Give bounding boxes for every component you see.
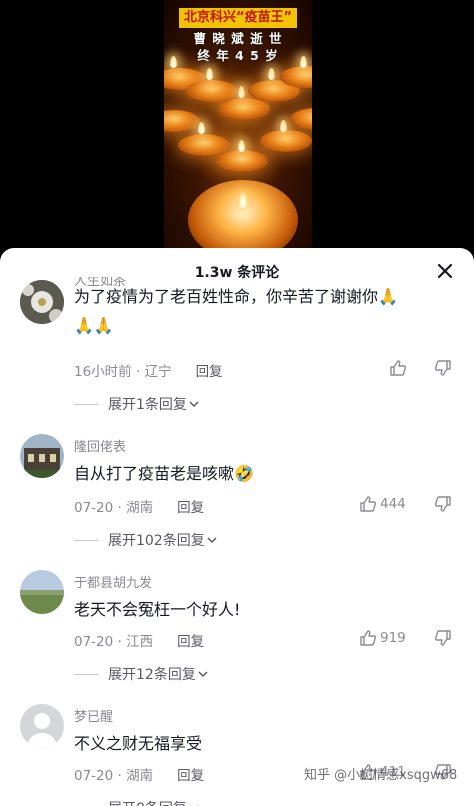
comment-time: 07-20 bbox=[74, 634, 114, 650]
candle bbox=[216, 150, 268, 172]
reply-button[interactable]: 回复 bbox=[177, 768, 204, 784]
comment-text: 为了疫情为了老百姓性命，你辛苦了谢谢你🙏 🙏🙏 bbox=[74, 282, 454, 340]
divider-line bbox=[74, 539, 98, 541]
comment-time: 16小时前 bbox=[74, 364, 132, 380]
chevron-down-icon bbox=[207, 537, 217, 544]
candle-flame bbox=[280, 120, 287, 132]
comment-text-line: 自从打了疫苗老是咳嗽🤣 bbox=[74, 464, 254, 483]
like-count: 444 bbox=[380, 496, 406, 512]
thumbs-up-icon[interactable] bbox=[388, 358, 408, 378]
comment-text: 不义之财无福享受 bbox=[74, 729, 454, 758]
comment-meta: 16小时前 · 辽宁 回复 bbox=[74, 364, 223, 380]
video-headline: 北京科兴“疫苗王” 曹 晓 斌 逝 世 终 年 4 5 岁 bbox=[164, 6, 312, 64]
like-count: 919 bbox=[380, 630, 406, 646]
thumbs-down-icon[interactable] bbox=[433, 494, 453, 514]
avatar[interactable] bbox=[20, 434, 64, 478]
expand-replies[interactable]: 展开8条回复 bbox=[74, 798, 201, 806]
dislike-button[interactable] bbox=[433, 358, 453, 382]
default-avatar-icon bbox=[20, 704, 64, 748]
comment-time: 07-20 bbox=[74, 500, 114, 516]
reply-button[interactable]: 回复 bbox=[177, 500, 204, 516]
comment-text: 老天不会冤枉一个好人! bbox=[74, 595, 454, 624]
thumbs-up-icon[interactable] bbox=[358, 494, 378, 514]
comment-username[interactable]: 隆回佬表 bbox=[74, 436, 126, 455]
chevron-down-icon bbox=[189, 401, 199, 408]
expand-replies[interactable]: 展开102条回复 bbox=[74, 530, 219, 550]
thumbs-down-icon[interactable] bbox=[433, 628, 453, 648]
comment-meta: 07-20 · 湖南 回复 bbox=[74, 768, 205, 784]
candle bbox=[164, 110, 200, 132]
expand-replies-label[interactable]: 展开1条回复 bbox=[108, 394, 187, 414]
candle bbox=[218, 98, 270, 120]
comment-text-line: 为了疫情为了老百姓性命，你辛苦了谢谢你🙏 bbox=[74, 287, 398, 306]
avatar[interactable] bbox=[20, 704, 64, 748]
flower-avatar-icon bbox=[20, 280, 64, 324]
chevron-down-icon bbox=[198, 671, 208, 678]
building-avatar-icon bbox=[20, 434, 64, 478]
comment-username[interactable]: 梦已醒 bbox=[74, 706, 113, 725]
candle-glow bbox=[188, 180, 298, 248]
comment-meta: 07-20 · 江西 回复 bbox=[74, 634, 205, 650]
comment-text-line: 老天不会冤枉一个好人! bbox=[74, 600, 241, 619]
comment-text-line: 🙏🙏 bbox=[74, 316, 114, 335]
divider-line bbox=[74, 403, 98, 405]
comment-count-title: 1.3w 条评论 bbox=[194, 265, 280, 281]
comment-location: 湖南 bbox=[126, 500, 154, 516]
headline-line-1: 北京科兴“疫苗王” bbox=[178, 8, 298, 28]
comment-location: 江西 bbox=[126, 634, 154, 650]
reply-button[interactable]: 回复 bbox=[177, 634, 204, 650]
comment-username[interactable]: 于都县胡九发 bbox=[74, 572, 152, 591]
like-button[interactable]: 919 bbox=[358, 628, 406, 648]
candle bbox=[260, 130, 312, 152]
candle-flame bbox=[206, 68, 213, 80]
avatar[interactable] bbox=[20, 570, 64, 614]
expand-replies[interactable]: 展开1条回复 bbox=[74, 394, 201, 414]
candle-flame bbox=[238, 86, 245, 98]
headline-line-2: 曹 晓 斌 逝 世 bbox=[193, 31, 283, 46]
comment-sheet: 1.3w 条评论 人生如茶 为了疫情为了老百姓性命，你辛苦了谢谢你🙏 🙏🙏 16… bbox=[0, 248, 474, 806]
dislike-button[interactable] bbox=[433, 628, 453, 652]
comment-location: 湖南 bbox=[126, 768, 154, 784]
like-button[interactable]: 444 bbox=[358, 494, 406, 514]
divider-line bbox=[74, 673, 98, 675]
comment-meta: 07-20 · 湖南 回复 bbox=[74, 500, 205, 516]
avatar[interactable] bbox=[20, 280, 64, 324]
expand-replies-label[interactable]: 展开8条回复 bbox=[108, 798, 187, 806]
expand-replies[interactable]: 展开12条回复 bbox=[74, 664, 210, 684]
candle-flame bbox=[238, 192, 248, 208]
candle-flame bbox=[198, 122, 205, 134]
comment-time: 07-20 bbox=[74, 768, 114, 784]
comment-text: 自从打了疫苗老是咳嗽🤣 bbox=[74, 459, 454, 488]
thumbs-up-icon[interactable] bbox=[358, 628, 378, 648]
like-button[interactable] bbox=[388, 358, 410, 378]
chevron-down-icon bbox=[189, 805, 198, 806]
comment-location: 辽宁 bbox=[144, 364, 172, 380]
video-player[interactable]: 北京科兴“疫苗王” 曹 晓 斌 逝 世 终 年 4 5 岁 bbox=[0, 0, 474, 248]
expand-replies-label[interactable]: 展开102条回复 bbox=[108, 530, 205, 550]
comment-text-line: 不义之财无福享受 bbox=[74, 734, 203, 753]
headline-line-3: 终 年 4 5 岁 bbox=[197, 48, 279, 63]
dislike-button[interactable] bbox=[433, 494, 453, 518]
expand-replies-label[interactable]: 展开12条回复 bbox=[108, 664, 196, 684]
candle-flame bbox=[238, 140, 245, 152]
thumbs-down-icon[interactable] bbox=[433, 358, 453, 378]
candle-flame bbox=[268, 68, 275, 80]
reply-button[interactable]: 回复 bbox=[196, 364, 223, 380]
video-frame[interactable]: 北京科兴“疫苗王” 曹 晓 斌 逝 世 终 年 4 5 岁 bbox=[164, 0, 312, 248]
candle bbox=[290, 108, 312, 130]
landscape-avatar-icon bbox=[20, 570, 64, 614]
watermark: 知乎 @小树情感xsqgw68 bbox=[304, 768, 458, 783]
